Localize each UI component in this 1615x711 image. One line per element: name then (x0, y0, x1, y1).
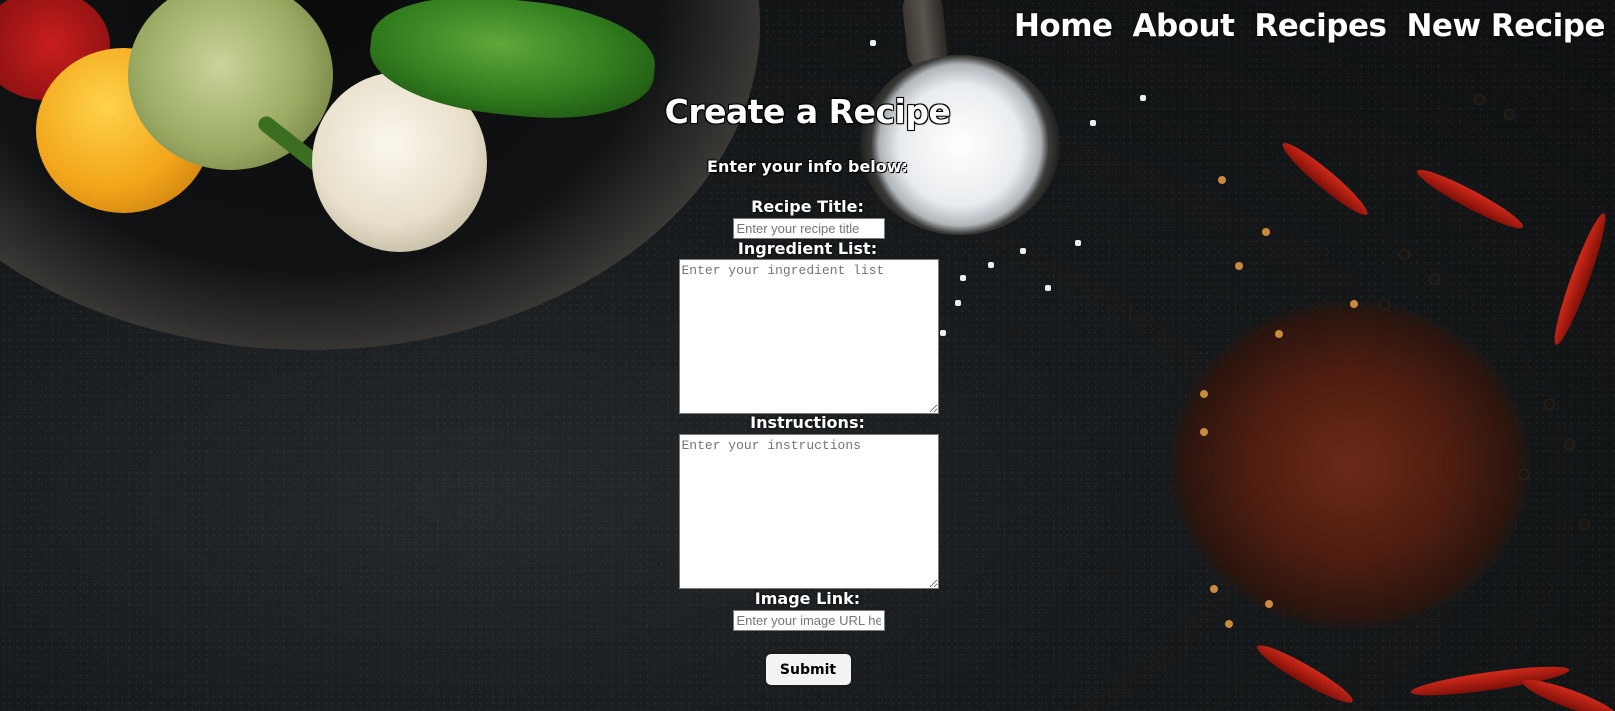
ingredient-list-textarea[interactable] (678, 259, 939, 414)
peppercorn (1580, 520, 1589, 529)
spice-pile-image (1170, 300, 1530, 630)
spice-seed (1275, 330, 1283, 338)
peppercorn (1565, 440, 1574, 449)
nav-link-about[interactable]: About (1133, 8, 1235, 44)
nav-link-home[interactable]: Home (1014, 8, 1113, 44)
image-link-input[interactable] (732, 610, 885, 631)
recipe-title-input[interactable] (732, 218, 885, 239)
instructions-label: Instructions: (750, 413, 865, 432)
top-nav: Home About Recipes New Recipe (1014, 8, 1606, 44)
recipe-title-label: Recipe Title: (751, 197, 864, 216)
ingredient-list-label: Ingredient List: (737, 239, 878, 258)
spice-seed (1262, 228, 1270, 236)
spice-seed (1218, 176, 1226, 184)
spice-seed (1200, 390, 1208, 398)
salt-crystal (1045, 285, 1051, 291)
salt-crystal (870, 40, 876, 46)
peppercorn (1545, 400, 1554, 409)
form-subtitle: Enter your info below: (707, 157, 908, 176)
salt-crystal (988, 262, 994, 268)
nav-link-new-recipe[interactable]: New Recipe (1406, 8, 1605, 44)
nav-link-recipes[interactable]: Recipes (1254, 8, 1387, 44)
submit-button[interactable]: Submit (763, 652, 853, 687)
salt-crystal (955, 300, 961, 306)
page-title: Create a Recipe (664, 92, 951, 131)
instructions-textarea[interactable] (678, 434, 939, 589)
peppercorn (1430, 275, 1439, 284)
spice-seed (1350, 300, 1358, 308)
spice-seed (1235, 262, 1243, 270)
peppercorn (1380, 300, 1389, 309)
image-link-label: Image Link: (754, 589, 861, 608)
spice-seed (1225, 620, 1233, 628)
peppercorn (1520, 470, 1529, 479)
salt-crystal (940, 330, 946, 336)
salt-crystal (960, 275, 966, 281)
